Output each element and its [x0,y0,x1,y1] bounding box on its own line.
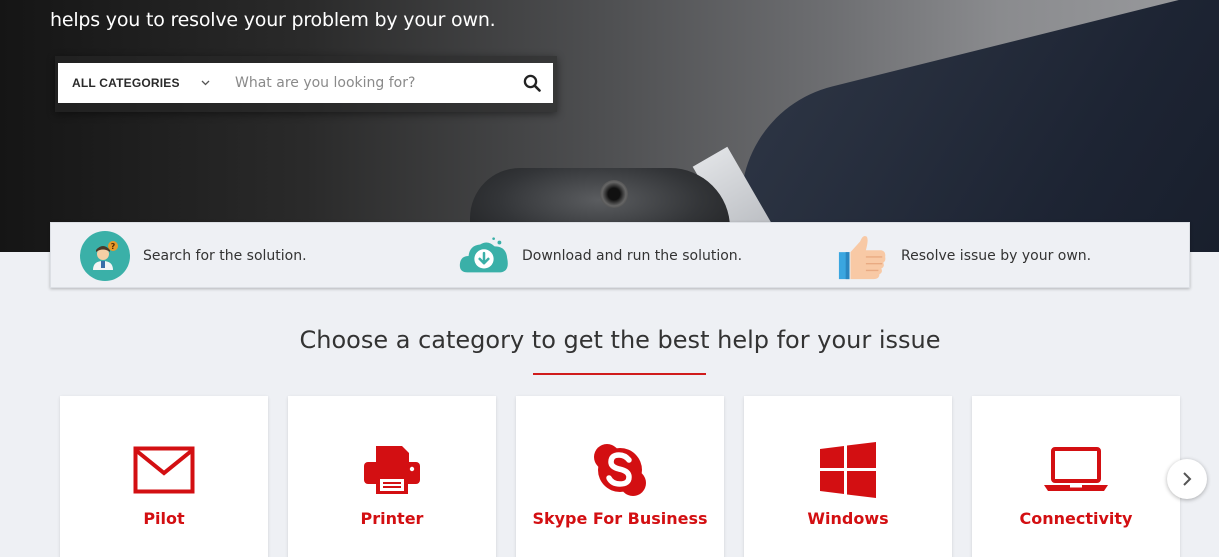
chevron-down-icon [201,78,210,89]
hero-background-suit [715,0,1219,252]
step-resolve: Resolve issue by your own. [837,223,1091,289]
chevron-right-icon [1183,472,1192,486]
category-card-windows[interactable]: Windows [744,396,952,557]
section-title: Choose a category to get the best help f… [299,326,941,354]
hero-tagline: helps you to resolve your problem by you… [50,9,496,31]
step-text: Download and run the solution. [522,248,743,264]
laptop-icon [972,440,1180,500]
skype-icon [516,440,724,500]
category-card-printer[interactable]: Printer [288,396,496,557]
carousel-next-button[interactable] [1167,459,1207,499]
thumbs-up-icon [837,230,889,282]
search-icon [523,74,541,92]
svg-text:?: ? [111,242,116,251]
category-label: Pilot [143,509,185,528]
printer-icon [288,440,496,500]
step-download: Download and run the solution. [458,223,742,289]
steps-strip: ? Search for the solution. Download and … [50,222,1190,288]
category-card-skype[interactable]: Skype For Business [516,396,724,557]
title-divider [533,373,706,375]
category-label: Printer [360,509,424,528]
step-text: Search for the solution. [143,248,307,264]
category-label: Windows [807,509,889,528]
category-dropdown-label: ALL CATEGORIES [72,76,180,90]
step-text: Resolve issue by your own. [901,248,1092,264]
windows-icon [744,440,952,500]
category-card-pilot[interactable]: Pilot [60,396,268,557]
category-label: Connectivity [1019,509,1133,528]
hero-banner: helps you to resolve your problem by you… [0,0,1219,252]
step-search: ? Search for the solution. [79,223,307,289]
cloud-download-icon [458,230,510,282]
category-dropdown[interactable]: ALL CATEGORIES [58,63,223,103]
category-card-connectivity[interactable]: Connectivity [972,396,1180,557]
search-input[interactable] [223,63,511,103]
search-bar: ALL CATEGORIES [58,63,553,103]
envelope-icon [60,440,268,500]
search-panel: ALL CATEGORIES [55,56,557,112]
search-button[interactable] [511,63,553,103]
category-label: Skype For Business [532,509,708,528]
support-person-icon: ? [79,230,131,282]
